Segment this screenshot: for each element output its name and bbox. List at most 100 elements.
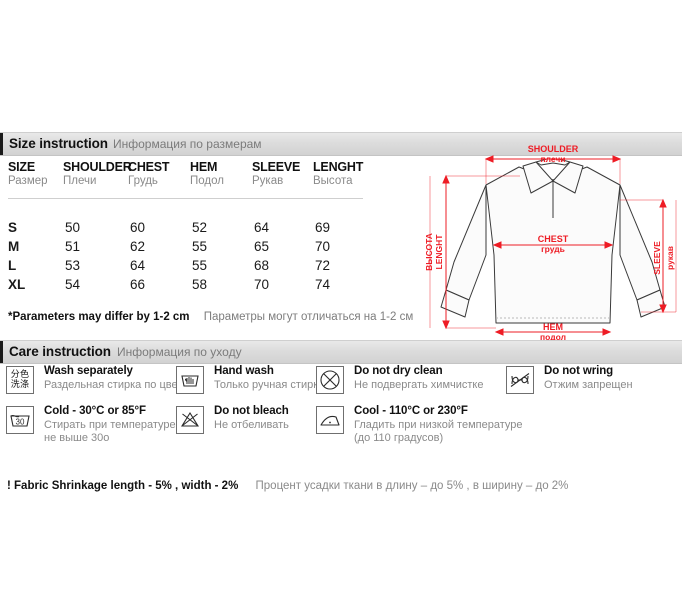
hand-wash-glyph (181, 375, 199, 387)
column-header-lenght-ru: Высота (313, 175, 353, 187)
wash-temperature-label: 30 (16, 418, 25, 427)
parameters-note-ru: Параметры могут отличаться на 1-2 см (203, 311, 414, 323)
do-not-wring-glyph (510, 373, 530, 387)
column-header-sleeve-ru: Рукав (252, 175, 284, 187)
parameters-note-en: *Parameters may differ by 1-2 cm (8, 311, 190, 323)
cell-hem: 55 (192, 258, 208, 273)
do-not-dry-clean-icon (316, 366, 344, 394)
table-row: M 51 62 55 65 70 (0, 239, 370, 258)
parameters-note: *Parameters may differ by 1-2 cm Парамет… (8, 311, 413, 323)
cell-size: XL (8, 277, 26, 292)
cell-lenght: 74 (315, 277, 331, 292)
care-item-label-en: Cold - 30°C or 85°F (44, 405, 146, 417)
do-not-dry-clean-glyph (320, 370, 340, 390)
care-item-label-ru-1: Гладить при низкой температуре (354, 419, 523, 431)
care-item-label-ru: Отжим запрещен (544, 379, 633, 391)
care-item-text: Cold - 30°C or 85°F Стирать при температ… (44, 405, 176, 444)
column-header-shoulder: SHOULDER Плечи (63, 160, 132, 187)
shirt-measurement-diagram: SHOULDER плечи CHEST грудь HEM подол LEN… (424, 140, 682, 345)
do-not-bleach-glyph (181, 411, 199, 427)
fabric-shrinkage-note: ! Fabric Shrinkage length - 5% , width -… (7, 480, 568, 492)
care-item-text: Wash separately Раздельная стирка по цве… (44, 365, 196, 392)
care-item-label-en: Do not dry clean (354, 365, 443, 377)
cell-sleeve: 68 (254, 258, 270, 273)
cell-lenght: 70 (315, 239, 331, 254)
care-item-label-en: Wash separately (44, 365, 133, 377)
care-item-label-ru-2: (до 110 градусов) (354, 431, 444, 444)
size-instruction-title-en: Size instruction (9, 136, 108, 151)
cell-size: L (8, 258, 17, 273)
cell-chest: 64 (130, 258, 146, 273)
care-item-label-ru: Не отбеливать (214, 419, 289, 431)
separate-colors-icon: 分色 洗涤 (6, 366, 34, 394)
column-header-size: SIZE Размер (8, 160, 48, 187)
care-item-label-ru: Не подвергать химчистке (354, 379, 484, 391)
cell-shoulder: 53 (65, 258, 81, 273)
column-header-sleeve: SLEEVE Рукав (252, 160, 300, 187)
column-header-shoulder-en: SHOULDER (63, 160, 132, 174)
cell-shoulder: 54 (65, 277, 81, 292)
cell-sleeve: 70 (254, 277, 270, 292)
cell-shoulder: 51 (65, 239, 81, 254)
cell-chest: 66 (130, 277, 146, 292)
table-row: S 50 60 52 64 69 (0, 220, 370, 239)
care-item-label-ru-1: Стирать при температуре (44, 419, 176, 431)
column-header-hem-ru: Подол (190, 175, 224, 187)
header-accent-bar (0, 133, 3, 155)
header-accent-bar (0, 341, 3, 363)
cell-size: M (8, 239, 20, 254)
care-item-text: Do not wring Отжим запрещен (544, 365, 633, 392)
care-item-label-en: Cool - 110°C or 230°F (354, 405, 468, 417)
separate-colors-icon-bottom: 洗涤 (10, 380, 30, 390)
label-sleeve-ru: рукав (665, 246, 675, 270)
care-instruction-title-en: Care instruction (9, 344, 111, 359)
column-header-hem: HEM Подол (190, 160, 224, 187)
cell-hem: 58 (192, 277, 208, 292)
care-instruction-header: Care instruction Информация по уходу (0, 340, 682, 364)
label-shoulder-en: SHOULDER (528, 144, 579, 154)
label-lenght-ru: ВЫСОТА (424, 233, 434, 271)
do-not-wring-icon (506, 366, 534, 394)
column-header-chest: CHEST Грудь (128, 160, 170, 187)
care-item-label-ru: Раздельная стирка по цветам (44, 379, 196, 391)
cell-lenght: 72 (315, 258, 331, 273)
cell-sleeve: 64 (254, 220, 270, 235)
hand-wash-icon (176, 366, 204, 394)
table-row: XL 54 66 58 70 74 (0, 277, 370, 296)
do-not-bleach-icon (176, 406, 204, 434)
label-sleeve-en: SLEEVE (652, 241, 662, 275)
cell-chest: 62 (130, 239, 146, 254)
care-item-text: Hand wash Только ручная стирка (214, 365, 324, 392)
care-item-label-en: Do not bleach (214, 405, 289, 417)
label-chest-ru: грудь (541, 244, 565, 254)
care-item-label-ru: Только ручная стирка (214, 379, 325, 391)
wash-30-icon: 30 (6, 406, 34, 434)
care-item-text: Cool - 110°C or 230°F Гладить при низкой… (354, 405, 523, 444)
iron-low-glyph (320, 415, 340, 426)
care-item-label-en: Do not wring (544, 365, 614, 377)
column-header-shoulder-ru: Плечи (63, 175, 97, 187)
size-and-care-guide: Size instruction Информация по размерам … (0, 0, 682, 600)
cell-lenght: 69 (315, 220, 331, 235)
size-instruction-title-ru: Информация по размерам (113, 137, 262, 151)
table-row: L 53 64 55 68 72 (0, 258, 370, 277)
size-table-header-row: SIZE Размер SHOULDER Плечи CHEST Грудь H… (0, 160, 370, 192)
fabric-shrinkage-note-en: ! Fabric Shrinkage length - 5% , width -… (7, 480, 239, 492)
cell-shoulder: 50 (65, 220, 81, 235)
label-chest-en: CHEST (538, 234, 569, 244)
cell-hem: 52 (192, 220, 208, 235)
label-shoulder-ru: плечи (540, 154, 565, 164)
cell-hem: 55 (192, 239, 208, 254)
column-header-lenght-en: LENGHT (313, 160, 364, 174)
cell-sleeve: 65 (254, 239, 270, 254)
size-table-divider (8, 198, 363, 199)
care-item-label-ru-2: не выше 30о (44, 431, 110, 444)
cell-size: S (8, 220, 18, 235)
column-header-chest-ru: Грудь (128, 175, 158, 187)
care-instruction-title-ru: Информация по уходу (117, 345, 242, 359)
iron-low-icon (316, 406, 344, 434)
care-item-label-en: Hand wash (214, 365, 274, 377)
column-header-size-en: SIZE (8, 160, 35, 174)
size-table: SIZE Размер SHOULDER Плечи CHEST Грудь H… (0, 160, 370, 192)
wash-30-glyph: 30 (10, 414, 30, 427)
